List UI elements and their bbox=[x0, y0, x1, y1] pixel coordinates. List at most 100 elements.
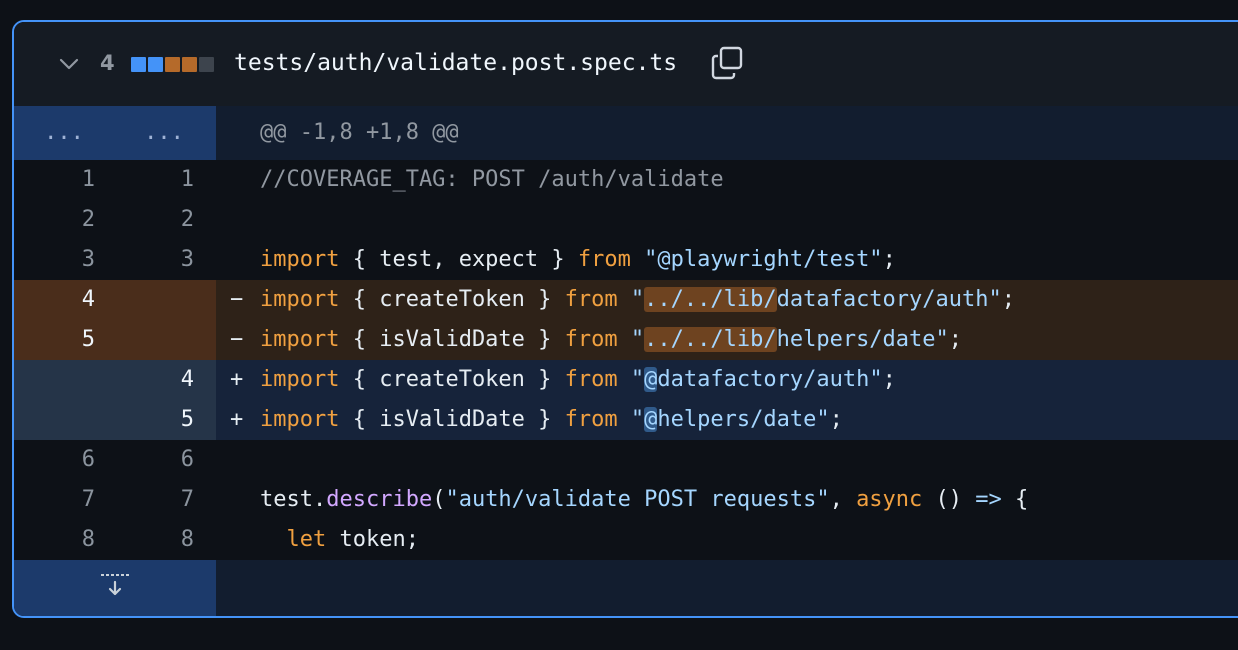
code-token: " bbox=[630, 407, 645, 432]
code-token: ; bbox=[1001, 287, 1016, 312]
code-token: from bbox=[564, 407, 618, 432]
diff-line: 66 bbox=[14, 440, 1238, 480]
line-code: test.describe("auth/validate POST reques… bbox=[216, 480, 1238, 520]
code-token: ; bbox=[882, 247, 896, 272]
code-token: " bbox=[630, 367, 645, 392]
old-line-number[interactable]: 5 bbox=[14, 320, 114, 360]
line-code: //COVERAGE_TAG: POST /auth/validate bbox=[216, 160, 1238, 200]
code-token: describe bbox=[326, 487, 433, 512]
line-code: − import { isValidDate } from "../../lib/… bbox=[216, 320, 1238, 360]
new-line-number[interactable]: 5 bbox=[114, 400, 214, 440]
code-token: ; bbox=[882, 367, 896, 392]
code-token: import bbox=[260, 287, 340, 312]
old-line-number[interactable]: 4 bbox=[14, 280, 114, 320]
deletion-marker: − bbox=[230, 287, 244, 312]
expand-down-icon[interactable] bbox=[14, 560, 216, 618]
file-header: 4 tests/auth/validate.post.spec.ts bbox=[14, 22, 1238, 107]
diff-line: 88 let token; bbox=[14, 520, 1238, 560]
code-token: { createToken } bbox=[352, 287, 565, 312]
old-line-number[interactable]: 1 bbox=[14, 160, 114, 200]
diff-line: 4 − import { createToken } from "../../lib… bbox=[14, 280, 1238, 320]
old-line-number[interactable]: 7 bbox=[14, 480, 114, 520]
copy-icon[interactable] bbox=[710, 45, 746, 81]
file-path[interactable]: tests/auth/validate.post.spec.ts bbox=[234, 46, 677, 80]
diff-lines: ... ... @@ -1,8 +1,8 @@ 1 1 //COVERAGE_TAG… bbox=[14, 106, 1238, 618]
addition-marker: + bbox=[230, 407, 244, 432]
code-token: //COVERAGE_TAG: POST /auth/validate bbox=[260, 167, 724, 192]
diff-line: 5 + import { isValidDate } from "@helpers/… bbox=[14, 400, 1238, 440]
code-token: { bbox=[1001, 487, 1029, 512]
hunk-header-row: ... ... @@ -1,8 +1,8 @@ bbox=[14, 106, 1238, 160]
code-token: => bbox=[975, 487, 1002, 512]
code-token: ( bbox=[432, 487, 446, 512]
code-token: { createToken } bbox=[352, 367, 565, 392]
code-token: " bbox=[630, 327, 645, 352]
code-token: { isValidDate } bbox=[352, 327, 565, 352]
line-code bbox=[216, 200, 1238, 240]
code-token: @ bbox=[644, 367, 658, 392]
code-token: let bbox=[286, 527, 327, 552]
code-token: async bbox=[856, 487, 923, 512]
old-line-number[interactable] bbox=[14, 360, 114, 400]
diffstat-block bbox=[182, 57, 197, 72]
code-token: , bbox=[829, 487, 857, 512]
new-line-number[interactable]: 3 bbox=[114, 240, 214, 280]
code-token: from bbox=[577, 247, 631, 272]
line-code: let token; bbox=[216, 520, 1238, 560]
diffstat-block bbox=[199, 57, 214, 72]
new-line-number[interactable]: 6 bbox=[114, 440, 214, 480]
old-line-number[interactable]: 2 bbox=[14, 200, 114, 240]
line-code: import { test, expect } from "@playwrigh… bbox=[216, 240, 1238, 280]
new-line-number[interactable]: 1 bbox=[114, 160, 214, 200]
code-token: { isValidDate } bbox=[352, 407, 565, 432]
hunk-expand-old[interactable]: ... bbox=[14, 106, 114, 160]
new-line-number[interactable] bbox=[114, 280, 214, 320]
diff-line: 4 + import { createToken } from "@datafact… bbox=[14, 360, 1238, 400]
code-token: test. bbox=[260, 487, 327, 512]
code-token: "auth/validate POST requests" bbox=[445, 487, 830, 512]
code-token: import bbox=[260, 407, 340, 432]
diffstat-block bbox=[148, 57, 163, 72]
deletion-marker: − bbox=[230, 327, 244, 352]
diff-line: 5 − import { isValidDate } from "../../lib… bbox=[14, 320, 1238, 360]
line-code: + import { isValidDate } from "@helpers/d… bbox=[216, 400, 1238, 440]
code-token: () bbox=[922, 487, 976, 512]
old-line-number[interactable]: 6 bbox=[14, 440, 114, 480]
diff-line: 1 1 //COVERAGE_TAG: POST /auth/validate bbox=[14, 160, 1238, 200]
chevron-down-icon[interactable] bbox=[58, 54, 80, 74]
new-line-number[interactable]: 8 bbox=[114, 520, 214, 560]
code-token: import bbox=[260, 367, 340, 392]
new-line-number[interactable]: 7 bbox=[114, 480, 214, 520]
old-line-number[interactable]: 3 bbox=[14, 240, 114, 280]
code-token: token; bbox=[326, 527, 419, 552]
diff-line: 7 7 test.describe("auth/validate POST requ… bbox=[14, 480, 1238, 520]
new-line-number[interactable]: 4 bbox=[114, 360, 214, 400]
diffstat-block bbox=[165, 57, 180, 72]
addition-marker: + bbox=[230, 367, 244, 392]
hunk-expand-new[interactable]: ... bbox=[114, 106, 214, 160]
code-token: from bbox=[564, 367, 618, 392]
change-count: 4 bbox=[100, 51, 115, 75]
old-line-number[interactable] bbox=[14, 400, 114, 440]
new-line-number[interactable]: 2 bbox=[114, 200, 214, 240]
old-line-number[interactable]: 8 bbox=[14, 520, 114, 560]
diffstat-blocks bbox=[131, 57, 214, 72]
code-token: " bbox=[630, 287, 645, 312]
new-line-number[interactable] bbox=[114, 320, 214, 360]
expand-button[interactable] bbox=[14, 560, 216, 618]
diffstat-block bbox=[131, 57, 146, 72]
code-token: ; bbox=[948, 327, 963, 352]
diff-file-panel: 4 tests/auth/validate.post.spec.ts ... .… bbox=[12, 20, 1238, 618]
code-token: helpers/date" bbox=[657, 407, 830, 432]
diff-line: 22 bbox=[14, 200, 1238, 240]
code-token: import bbox=[260, 327, 340, 352]
code-token: helpers/date" bbox=[776, 327, 949, 352]
code-token: ../../lib/ bbox=[644, 327, 777, 352]
code-token: import bbox=[260, 247, 340, 272]
code-token: datafactory/auth" bbox=[657, 367, 883, 392]
